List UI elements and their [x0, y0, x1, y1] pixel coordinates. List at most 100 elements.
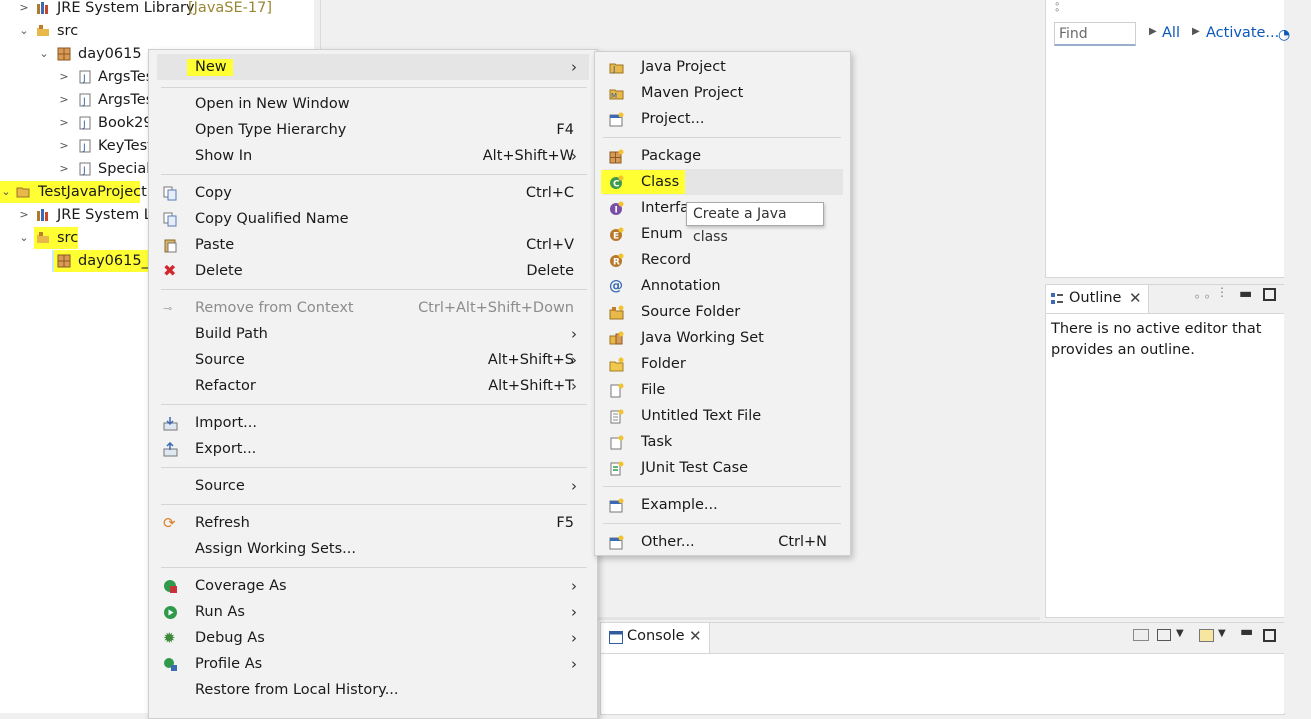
menu-item-show-in[interactable]: Show In Alt+Shift+W › — [157, 143, 589, 169]
collapse-chevron-icon[interactable]: ⌄ — [38, 43, 50, 65]
menu-item-source[interactable]: Source › — [157, 473, 589, 499]
right-trim: ◔ — [1278, 0, 1311, 713]
submenu-item-java-working-set[interactable]: Java Working Set — [603, 325, 843, 351]
dropdown-arrow-icon[interactable]: ▼ — [1218, 628, 1226, 639]
minimize-icon[interactable]: ▬ — [1239, 286, 1252, 302]
console-icon — [609, 631, 623, 644]
pin-console-icon[interactable] — [1157, 629, 1171, 641]
submenu-item-record[interactable]: R Record — [603, 247, 843, 273]
tree-item-label: src — [57, 23, 79, 39]
submenu-item-project[interactable]: Project... — [603, 106, 843, 132]
view-menu-icon[interactable]: ⋮ — [1216, 286, 1228, 298]
menu-item-export[interactable]: Export... — [157, 436, 589, 462]
tooltip: Create a Java class — [686, 202, 824, 245]
svg-text:J: J — [82, 120, 86, 130]
annotation-icon: @ — [609, 278, 623, 294]
expand-chevron-icon[interactable]: > — [18, 0, 30, 19]
tree-item-project[interactable]: ⌄ TestJavaProject — [0, 181, 147, 203]
submenu-item-class[interactable]: C Class — [601, 169, 843, 195]
submenu-item-source-folder[interactable]: Source Folder — [603, 299, 843, 325]
menu-item-source[interactable]: Source Alt+Shift+S › — [157, 347, 589, 373]
tree-item-java-file[interactable]: > J ArgsTes — [0, 66, 153, 88]
open-console-icon[interactable] — [1199, 629, 1214, 642]
tree-item-package-selected[interactable]: day0615_0 — [52, 250, 158, 272]
expand-chevron-icon[interactable]: > — [18, 204, 30, 226]
tree-item-java-file[interactable]: > J ArgsTes — [0, 89, 153, 111]
menu-item-build-path[interactable]: Build Path › — [157, 321, 589, 347]
menu-item-run-as[interactable]: Run As › — [157, 599, 589, 625]
focus-icon[interactable]: ⚬⚬ — [1192, 290, 1212, 304]
find-input[interactable] — [1054, 22, 1136, 46]
tree-item-jre-library[interactable]: > JRE System Library [JavaSE-17] — [0, 0, 314, 19]
separator — [161, 289, 587, 290]
new-submenu: J Java Project M Maven Project Project..… — [594, 51, 851, 556]
tree-item-src[interactable]: ⌄ src — [0, 227, 150, 249]
drag-handle-icon[interactable]: ∘∘∘ — [1054, 0, 1060, 16]
record-icon: R — [610, 253, 624, 268]
other-wizard-icon — [609, 535, 624, 550]
submenu-item-maven-project[interactable]: M Maven Project — [603, 80, 843, 106]
maximize-icon[interactable] — [1263, 288, 1276, 301]
menu-item-delete[interactable]: ✖ Delete Delete — [157, 258, 589, 284]
menu-item-assign-working-sets[interactable]: Assign Working Sets... — [157, 536, 589, 562]
expand-chevron-icon[interactable]: > — [58, 158, 70, 180]
java-file-icon: J — [79, 70, 91, 84]
collapse-chevron-icon[interactable]: ⌄ — [18, 227, 30, 249]
menu-item-copy-qualified-name[interactable]: Copy Qualified Name — [157, 206, 589, 232]
submenu-item-package[interactable]: Package — [603, 143, 843, 169]
menu-item-profile-as[interactable]: Profile As › — [157, 651, 589, 677]
menu-item-open-new-window[interactable]: Open in New Window — [157, 91, 589, 117]
outline-icon — [1051, 293, 1063, 304]
submenu-item-example[interactable]: Example... — [603, 492, 843, 518]
activate-link[interactable]: Activate... — [1206, 25, 1279, 41]
tree-item-java-file[interactable]: > J Special( — [0, 158, 156, 180]
close-icon[interactable]: ✕ — [689, 627, 702, 645]
tree-item-java-file[interactable]: > J KeyTest — [0, 135, 153, 157]
working-set-icon — [609, 331, 624, 345]
menu-item-label: Maven Project — [641, 85, 744, 101]
submenu-item-junit-test-case[interactable]: JUnit Test Case — [603, 455, 843, 481]
expand-chevron-icon[interactable]: > — [58, 112, 70, 134]
collapse-chevron-icon[interactable]: ⌄ — [18, 20, 30, 42]
submenu-item-file[interactable]: File — [603, 377, 843, 403]
tree-item-java-file[interactable]: > J Book29 — [0, 112, 152, 134]
java-file-icon: J — [79, 139, 91, 153]
menu-item-refresh[interactable]: ⟳ Refresh F5 — [157, 510, 589, 536]
submenu-item-java-project[interactable]: J Java Project — [603, 54, 843, 80]
menu-item-label: New — [195, 59, 227, 75]
tree-item-label: KeyTest — [98, 138, 153, 154]
file-icon — [610, 383, 624, 398]
maximize-icon[interactable] — [1263, 629, 1276, 642]
menu-item-refactor[interactable]: Refactor Alt+Shift+T › — [157, 373, 589, 399]
tab-outline[interactable]: Outline ✕ — [1046, 285, 1149, 313]
menu-item-coverage-as[interactable]: Coverage As › — [157, 573, 589, 599]
expand-chevron-icon[interactable]: > — [58, 66, 70, 88]
tab-label: Outline — [1069, 290, 1122, 306]
menu-item-paste[interactable]: Paste Ctrl+V — [157, 232, 589, 258]
interface-icon: I — [610, 201, 624, 216]
tree-item-jre-library[interactable]: > JRE System Li — [0, 204, 156, 226]
expand-chevron-icon[interactable]: > — [58, 135, 70, 157]
expand-chevron-icon[interactable]: > — [58, 89, 70, 111]
submenu-item-task[interactable]: Task — [603, 429, 843, 455]
menu-item-open-type-hierarchy[interactable]: Open Type Hierarchy F4 — [157, 117, 589, 143]
menu-item-new[interactable]: New › — [157, 54, 589, 80]
display-selected-console-icon[interactable] — [1133, 629, 1149, 641]
tab-console[interactable]: Console ✕ — [601, 623, 710, 653]
menu-item-import[interactable]: Import... — [157, 410, 589, 436]
minimize-icon[interactable]: ▬ — [1240, 624, 1253, 640]
help-icon[interactable]: ◔ — [1278, 27, 1290, 43]
submenu-item-untitled-text-file[interactable]: Untitled Text File — [603, 403, 843, 429]
menu-item-debug-as[interactable]: ✹ Debug As › — [157, 625, 589, 651]
submenu-item-other[interactable]: Other... Ctrl+N — [603, 529, 843, 555]
submenu-item-annotation[interactable]: @ Annotation — [603, 273, 843, 299]
menu-item-restore-local-history[interactable]: Restore from Local History... — [157, 677, 589, 703]
dropdown-arrow-icon[interactable]: ▼ — [1176, 628, 1184, 639]
all-link[interactable]: All — [1162, 25, 1180, 41]
menu-item-copy[interactable]: Copy Ctrl+C — [157, 180, 589, 206]
tree-item-label: day0615_0 — [78, 253, 159, 269]
tree-item-src[interactable]: ⌄ src — [0, 20, 314, 42]
submenu-item-folder[interactable]: Folder — [603, 351, 843, 377]
collapse-chevron-icon[interactable]: ⌄ — [0, 181, 12, 203]
close-icon[interactable]: ✕ — [1129, 289, 1142, 307]
